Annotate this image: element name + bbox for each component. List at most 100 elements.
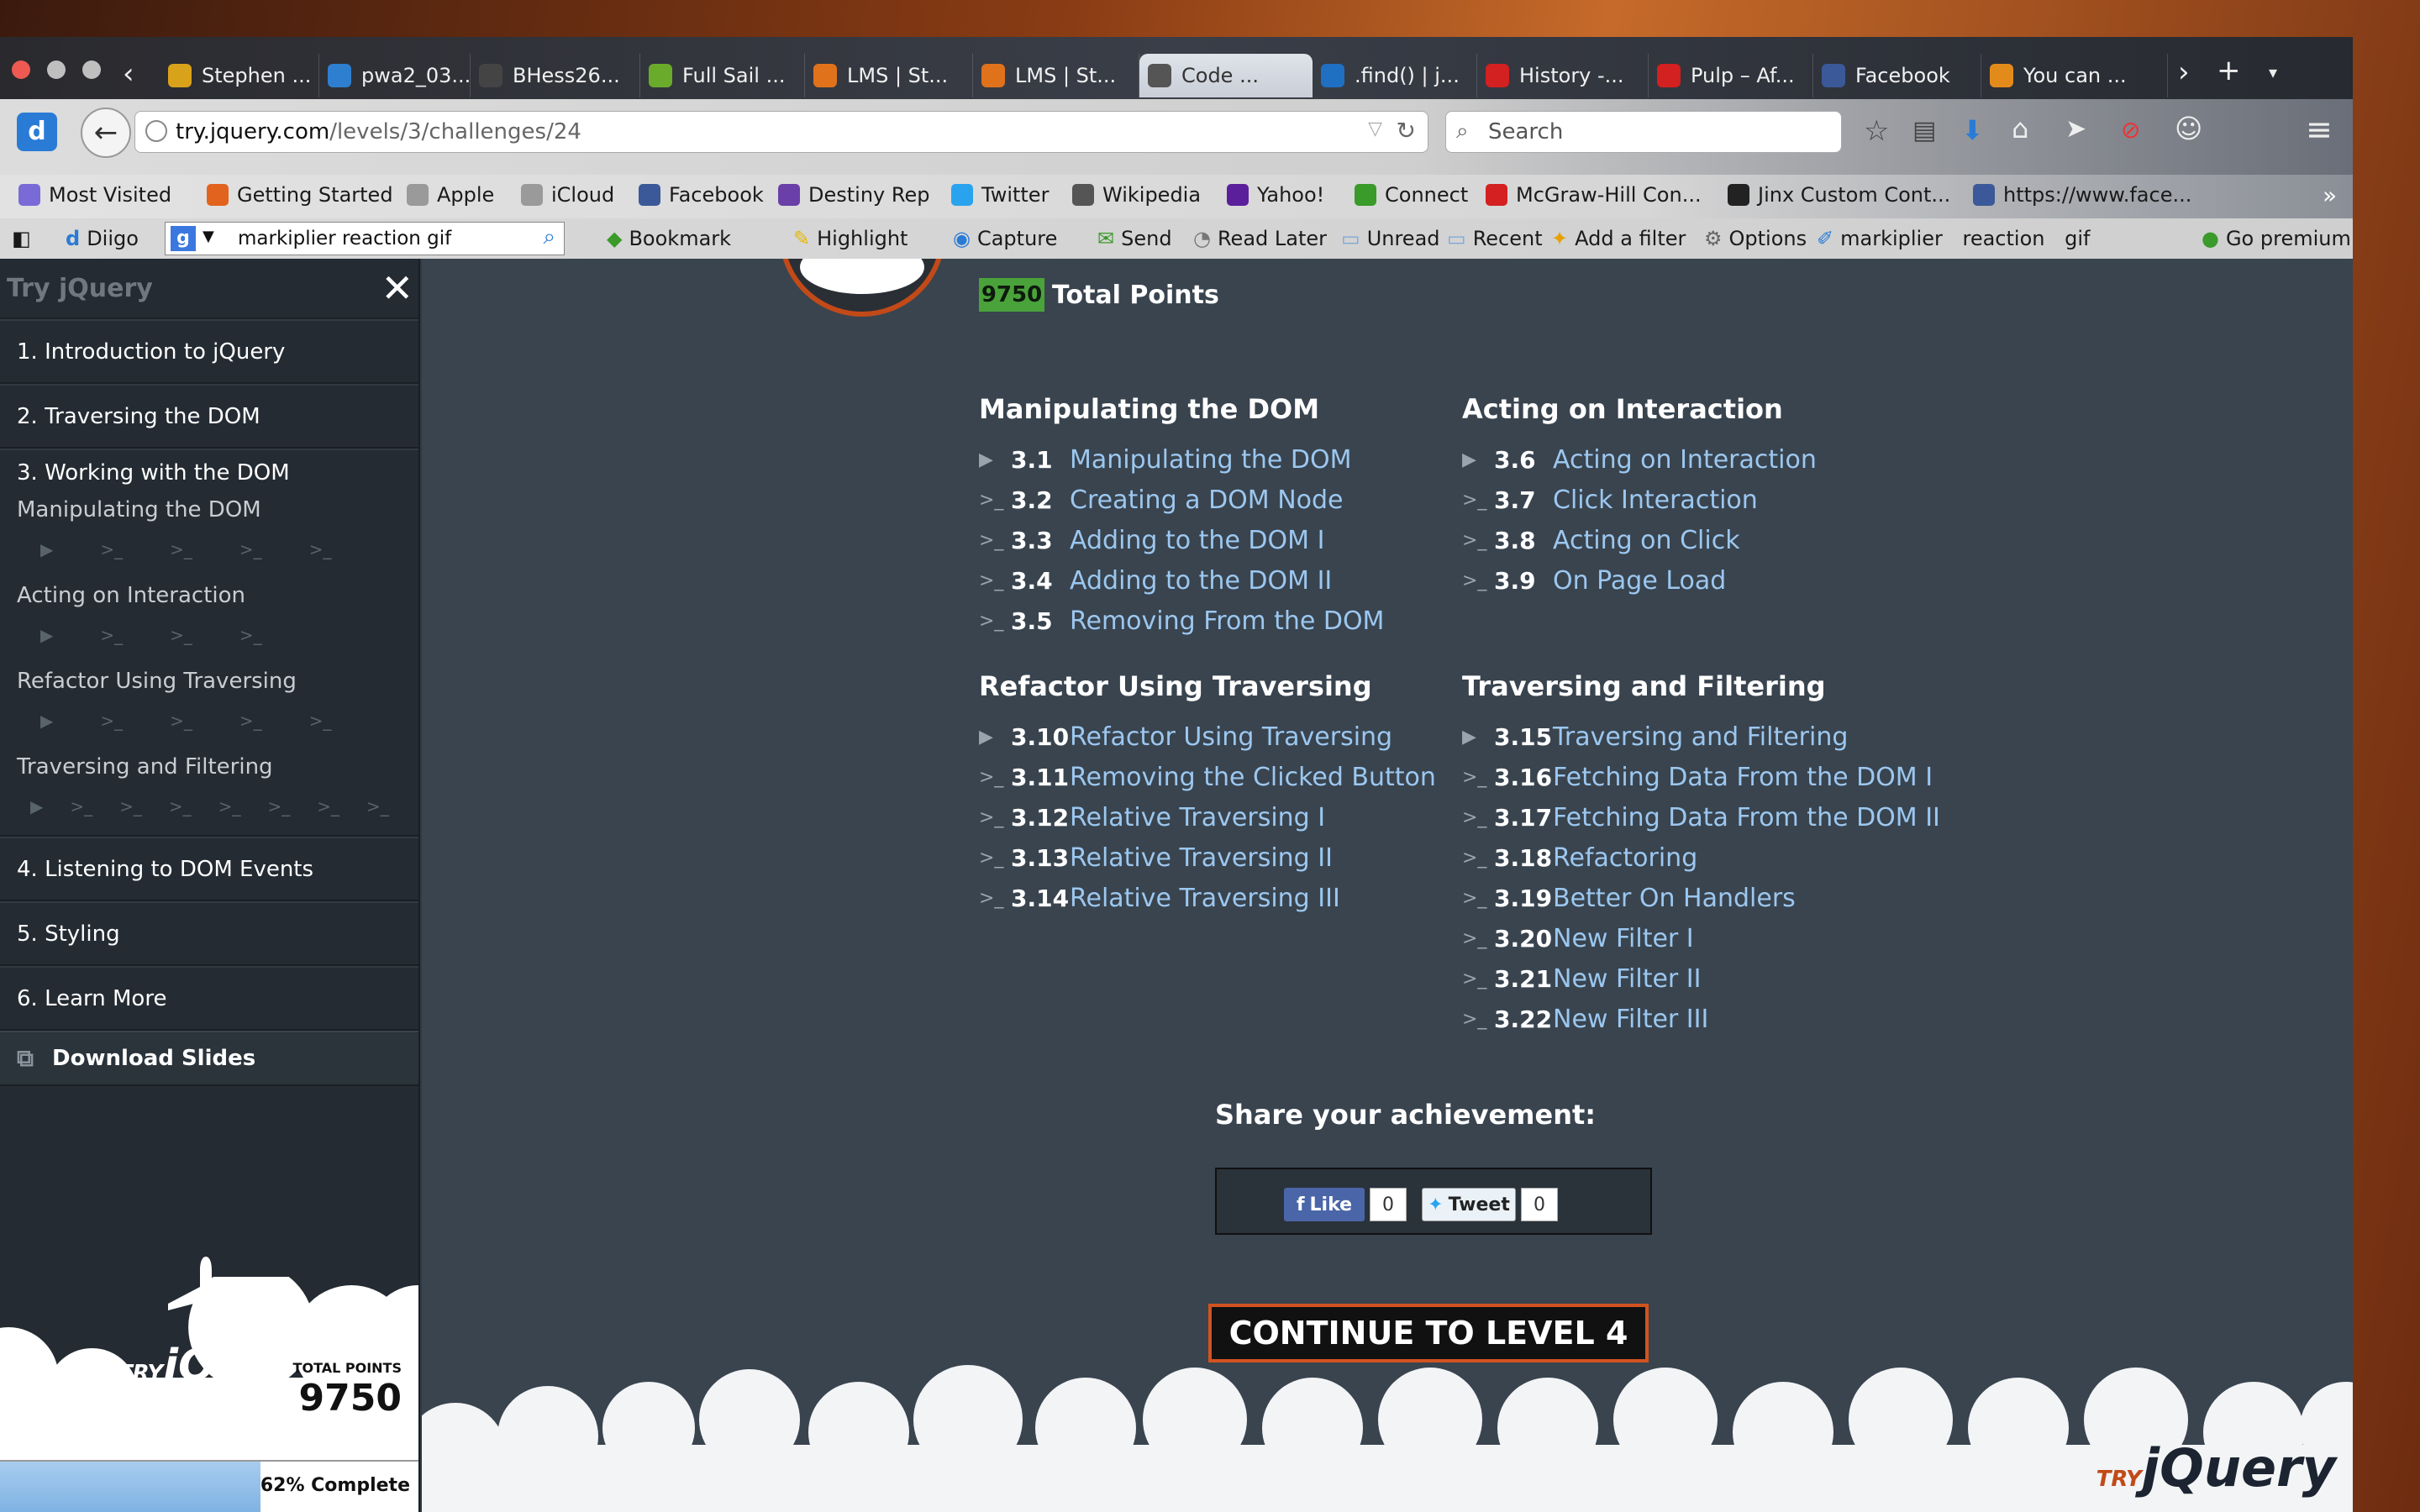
challenge-row[interactable]: >_ 3.7 Click Interaction xyxy=(1462,486,1758,515)
download-icon[interactable]: ⬇ xyxy=(1961,114,1984,146)
challenge-link[interactable]: Relative Traversing II xyxy=(1070,843,1333,873)
tab-11[interactable]: Facebook xyxy=(1813,54,1981,97)
new-tab-icon[interactable]: + xyxy=(2217,54,2241,87)
close-icon[interactable]: ✕ xyxy=(381,267,413,309)
search-input[interactable]: ⌕ Search xyxy=(1445,111,1842,153)
bookmark-item[interactable]: Destiny Rep xyxy=(778,183,929,207)
challenge-row[interactable]: >_ 3.5 Removing From the DOM xyxy=(979,606,1384,636)
challenge-row[interactable]: >_ 3.19 Better On Handlers xyxy=(1462,884,1796,913)
tab-3[interactable]: BHess26... xyxy=(471,54,640,97)
tab-2[interactable]: pwa2_03... xyxy=(319,54,471,97)
prompt-icon[interactable]: >_ xyxy=(218,796,241,816)
challenge-link[interactable]: Manipulating the DOM xyxy=(1070,445,1351,475)
challenge-row[interactable]: >_ 3.13 Relative Traversing II xyxy=(979,843,1333,873)
sidebar-section-title[interactable]: Refactor Using Traversing xyxy=(0,657,418,694)
url-dropdown-icon[interactable]: ▽ xyxy=(1368,118,1382,139)
challenge-link[interactable]: Click Interaction xyxy=(1553,486,1758,515)
prompt-icon[interactable]: >_ xyxy=(239,711,262,731)
sidebar-section-title[interactable]: Traversing and Filtering xyxy=(0,743,418,780)
bookmark-item[interactable]: Facebook xyxy=(639,183,764,207)
challenge-link[interactable]: Removing the Clicked Button xyxy=(1070,763,1436,792)
challenge-row[interactable]: >_ 3.11 Removing the Clicked Button xyxy=(979,763,1436,792)
challenge-row[interactable]: >_ 3.4 Adding to the DOM II xyxy=(979,566,1332,596)
challenge-link[interactable]: Acting on Interaction xyxy=(1553,445,1817,475)
tab-5[interactable]: LMS | St... xyxy=(805,54,973,97)
prompt-icon[interactable]: >_ xyxy=(119,796,142,816)
address-bar[interactable]: try.jquery.com/levels/3/challenges/24 ▽ … xyxy=(134,111,1428,153)
challenge-row[interactable]: >_ 3.22 New Filter III xyxy=(1462,1005,1708,1034)
tab-9[interactable]: History -... xyxy=(1477,54,1649,97)
challenge-link[interactable]: Acting on Click xyxy=(1553,526,1740,555)
bookmarks-overflow-icon[interactable]: » xyxy=(2323,181,2337,209)
prompt-icon[interactable]: >_ xyxy=(267,796,290,816)
challenge-row[interactable]: >_ 3.8 Acting on Click xyxy=(1462,526,1740,555)
challenge-row[interactable]: >_ 3.17 Fetching Data From the DOM II xyxy=(1462,803,1940,832)
tabs-scroll-right-icon[interactable]: › xyxy=(2178,55,2190,89)
challenge-row[interactable]: ▶ 3.15 Traversing and Filtering xyxy=(1462,722,1848,752)
bookmark-item[interactable]: https://www.face... xyxy=(1973,183,2191,207)
tab-7[interactable]: Code ... xyxy=(1139,54,1313,97)
challenge-link[interactable]: New Filter I xyxy=(1553,924,1694,953)
prompt-icon[interactable]: >_ xyxy=(100,625,123,645)
challenge-row[interactable]: >_ 3.16 Fetching Data From the DOM I xyxy=(1462,763,1933,792)
challenge-link[interactable]: On Page Load xyxy=(1553,566,1726,596)
diigo-search-input[interactable]: g ▼ markiplier reaction gif ⌕ xyxy=(165,222,565,255)
read-later-button[interactable]: ◔ Read Later xyxy=(1193,227,1327,250)
engine-dropdown-icon[interactable]: ▼ xyxy=(203,228,214,245)
sidebar-level-4[interactable]: 4. Listening to DOM Events xyxy=(0,837,418,901)
challenge-link[interactable]: Traversing and Filtering xyxy=(1553,722,1848,752)
bookmark-item[interactable]: Apple xyxy=(407,183,494,207)
challenge-link[interactable]: Removing From the DOM xyxy=(1070,606,1384,636)
bookmark-item[interactable]: Getting Started xyxy=(207,183,393,207)
bookmark-item[interactable]: Most Visited xyxy=(18,183,171,207)
challenge-link[interactable]: Fetching Data From the DOM I xyxy=(1553,763,1933,792)
reading-list-icon[interactable]: ▤ xyxy=(1912,116,1936,145)
bookmark-star-icon[interactable]: ☆ xyxy=(1864,114,1889,148)
unread-button[interactable]: ▭ Unread xyxy=(1341,227,1440,250)
bookmark-item[interactable]: iCloud xyxy=(521,183,614,207)
bookmark-item[interactable]: Connect xyxy=(1355,183,1468,207)
tweet-button[interactable]: ✦ Tweet xyxy=(1422,1188,1516,1221)
prompt-icon[interactable]: >_ xyxy=(169,796,192,816)
tab-6[interactable]: LMS | St... xyxy=(973,54,1139,97)
challenge-link[interactable]: Refactoring xyxy=(1553,843,1697,873)
menu-icon[interactable]: ≡ xyxy=(2306,111,2333,148)
play-icon[interactable]: ▶ xyxy=(30,796,43,816)
diigo-icon[interactable]: d xyxy=(17,113,57,151)
bookmark-item[interactable]: Jinx Custom Cont... xyxy=(1728,183,1950,207)
challenge-row[interactable]: ▶ 3.1 Manipulating the DOM xyxy=(979,445,1351,475)
sidebar-toggle-icon[interactable]: ◧ xyxy=(12,227,31,250)
challenge-row[interactable]: >_ 3.21 New Filter II xyxy=(1462,964,1702,994)
prompt-icon[interactable]: >_ xyxy=(309,711,332,731)
prompt-icon[interactable]: >_ xyxy=(239,539,262,559)
prompt-icon[interactable]: >_ xyxy=(70,796,92,816)
capture-button[interactable]: ◉ Capture xyxy=(953,227,1057,250)
tabs-scroll-left-icon[interactable]: ‹ xyxy=(123,57,134,91)
tab-12[interactable]: You can ... xyxy=(1981,54,2168,97)
sidebar-section-title[interactable]: Acting on Interaction xyxy=(0,571,418,608)
prompt-icon[interactable]: >_ xyxy=(239,625,262,645)
prompt-icon[interactable]: >_ xyxy=(170,711,192,731)
reload-icon[interactable]: ↻ xyxy=(1397,117,1416,144)
download-slides-button[interactable]: ⧉ Download Slides xyxy=(0,1031,418,1086)
prompt-icon[interactable]: >_ xyxy=(317,796,339,816)
highlight-terms[interactable]: ✐ markiplier reaction gif xyxy=(1817,227,2090,250)
challenge-link[interactable]: New Filter III xyxy=(1553,1005,1708,1034)
prompt-icon[interactable]: >_ xyxy=(170,625,192,645)
sidebar-level-6[interactable]: 6. Learn More xyxy=(0,966,418,1031)
sidebar-level-5[interactable]: 5. Styling xyxy=(0,901,418,966)
add-filter-button[interactable]: ✦ Add a filter xyxy=(1551,227,1686,250)
prompt-icon[interactable]: >_ xyxy=(100,711,123,731)
challenge-row[interactable]: >_ 3.14 Relative Traversing III xyxy=(979,884,1340,913)
tab-1[interactable]: Stephen ... xyxy=(160,54,319,97)
tab-list-icon[interactable]: ▾ xyxy=(2269,62,2277,82)
challenge-link[interactable]: Refactor Using Traversing xyxy=(1070,722,1392,752)
continue-button[interactable]: CONTINUE TO LEVEL 4 xyxy=(1208,1304,1649,1362)
close-window-icon[interactable] xyxy=(12,60,30,79)
back-button[interactable]: ← xyxy=(81,108,131,158)
challenge-row[interactable]: ▶ 3.6 Acting on Interaction xyxy=(1462,445,1817,475)
sidebar-level-2[interactable]: 2. Traversing the DOM xyxy=(0,384,418,449)
challenge-row[interactable]: >_ 3.9 On Page Load xyxy=(1462,566,1726,596)
zoom-window-icon[interactable] xyxy=(82,60,101,79)
challenge-row[interactable]: >_ 3.20 New Filter I xyxy=(1462,924,1694,953)
